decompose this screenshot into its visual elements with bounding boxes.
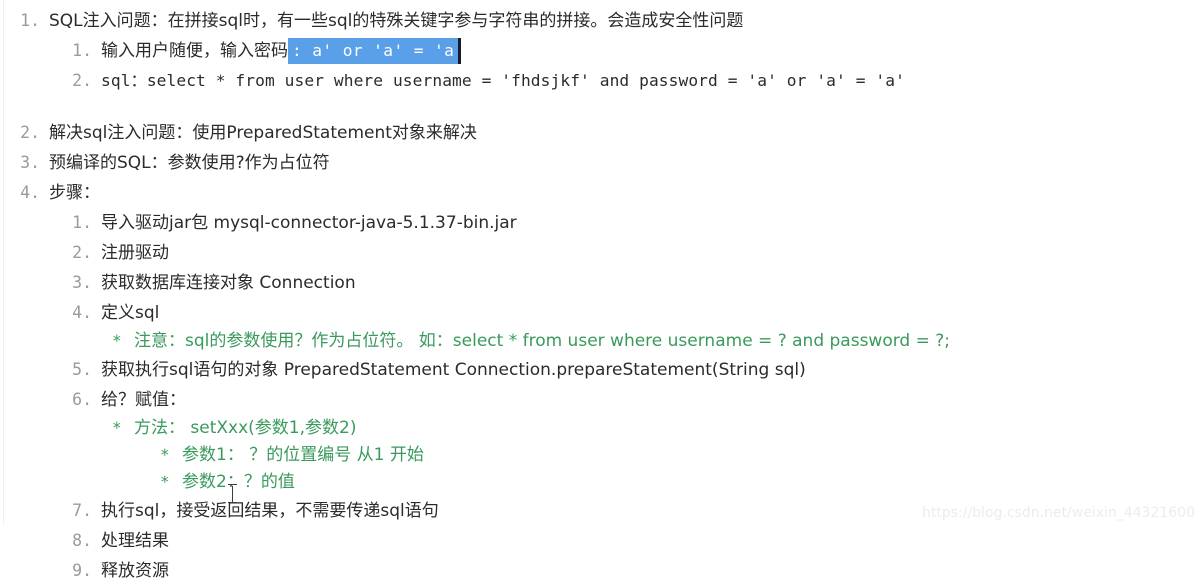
list-marker: 1 <box>6 11 40 30</box>
list-item[interactable]: 5 获取执行sql语句的对象 PreparedStatement Connecti… <box>0 355 1203 385</box>
list-item[interactable]: 2 解决sql注入问题：使用PreparedStatement对象来解决 <box>0 118 1203 148</box>
list-item-text: 导入驱动jar包 mysql-connector-java-5.1.37-bin… <box>101 213 517 233</box>
note-bullet: * 参数2：？的值 <box>0 469 1203 496</box>
list-marker: 7 <box>58 501 92 520</box>
list-item[interactable]: 1 导入驱动jar包 mysql-connector-java-5.1.37-bi… <box>0 208 1203 238</box>
list-marker: 4 <box>58 303 92 322</box>
note-bullet-text: 方法： setXxx(参数1,参数2) <box>134 418 357 438</box>
note-bullet-text: 参数2：？的值 <box>182 472 295 492</box>
outline-list: 1 SQL注入问题：在拼接sql时，有一些sql的特殊关键字参与字符串的拼接。会造… <box>0 6 1203 586</box>
list-item-text: 解决sql注入问题：使用PreparedStatement对象来解决 <box>49 123 477 143</box>
list-item-text: 预编译的SQL：参数使用?作为占位符 <box>49 153 330 173</box>
notes-document: 1 SQL注入问题：在拼接sql时，有一些sql的特殊关键字参与字符串的拼接。会造… <box>0 0 1203 586</box>
list-item[interactable]: 2 注册驱动 <box>0 238 1203 268</box>
list-item-text: 给？赋值： <box>101 390 186 410</box>
note-bullet: * 方法： setXxx(参数1,参数2) <box>0 415 1203 442</box>
note-bullet: * 注意：sql的参数使用？作为占位符。 如：select * from user… <box>0 328 1203 355</box>
asterisk-bullet-icon: * <box>160 472 170 491</box>
list-item-text: SQL注入问题：在拼接sql时，有一些sql的特殊关键字参与字符串的拼接。会造成… <box>49 11 744 31</box>
list-item-text: 获取数据库连接对象 Connection <box>101 273 356 293</box>
note-bullet: * 参数1： ？的位置编号 从1 开始 <box>0 442 1203 469</box>
list-marker: 6 <box>58 390 92 409</box>
list-item[interactable]: 3 获取数据库连接对象 Connection <box>0 268 1203 298</box>
list-marker: 2 <box>6 123 40 142</box>
list-item[interactable]: 8 处理结果 <box>0 526 1203 556</box>
list-marker: 3 <box>6 153 40 172</box>
list-item-text: 输入用户随便，输入密码 <box>101 41 288 61</box>
list-item[interactable]: 4 定义sql <box>0 298 1203 328</box>
list-item-text: 获取执行sql语句的对象 PreparedStatement Connectio… <box>101 360 806 380</box>
list-item[interactable]: 9 释放资源 <box>0 556 1203 586</box>
list-item-text: 注册驱动 <box>101 243 169 263</box>
list-item-text: 释放资源 <box>101 561 169 581</box>
list-marker: 2 <box>58 71 92 90</box>
list-marker: 2 <box>58 243 92 262</box>
list-item-text: 定义sql <box>101 303 160 323</box>
sql-statement-text: sql：select * from user where username = … <box>101 71 905 90</box>
list-item[interactable]: 1 SQL注入问题：在拼接sql时，有一些sql的特殊关键字参与字符串的拼接。会造… <box>0 6 1203 36</box>
list-marker: 8 <box>58 531 92 550</box>
list-item[interactable]: 3 预编译的SQL：参数使用?作为占位符 <box>0 148 1203 178</box>
list-item[interactable]: 6 给？赋值： <box>0 385 1203 415</box>
selected-text-highlight[interactable]: : a' or 'a' = 'a <box>288 38 462 64</box>
list-marker: 1 <box>58 41 92 60</box>
asterisk-bullet-icon: * <box>112 418 122 437</box>
list-item[interactable]: 1 输入用户随便，输入密码: a' or 'a' = 'a <box>0 36 1203 66</box>
asterisk-bullet-icon: * <box>160 445 170 464</box>
note-bullet-text: 注意：sql的参数使用？作为占位符。 如：select * from user … <box>134 331 951 351</box>
list-marker: 9 <box>58 561 92 580</box>
list-item[interactable]: 4 步骤： <box>0 178 1203 208</box>
list-marker: 3 <box>58 273 92 292</box>
list-marker: 5 <box>58 360 92 379</box>
asterisk-bullet-icon: * <box>112 331 122 350</box>
list-item-text: 执行sql，接受返回结果，不需要传递sql语句 <box>101 501 439 521</box>
watermark: https://blog.csdn.net/weixin_44321600 <box>921 505 1195 521</box>
list-item-text: 步骤： <box>49 183 100 203</box>
list-marker: 4 <box>6 183 40 202</box>
list-marker: 1 <box>58 213 92 232</box>
list-item-text: 处理结果 <box>101 531 169 551</box>
note-bullet-text: 参数1： ？的位置编号 从1 开始 <box>182 445 424 465</box>
steps-list: 1 导入驱动jar包 mysql-connector-java-5.1.37-bi… <box>0 208 1203 586</box>
list-item[interactable]: 2 sql：select * from user where username =… <box>0 66 1203 96</box>
